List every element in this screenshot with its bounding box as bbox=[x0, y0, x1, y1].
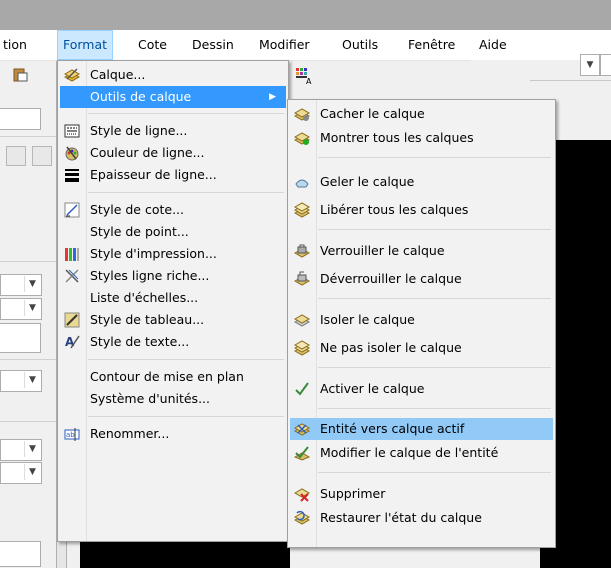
delete-layer-icon bbox=[293, 486, 311, 502]
line-color-icon bbox=[64, 145, 80, 161]
textstyle-icon: A bbox=[64, 334, 80, 350]
title-bar bbox=[0, 0, 611, 30]
left-field[interactable] bbox=[0, 108, 41, 130]
layers-icon bbox=[63, 67, 81, 83]
thaw-layers-icon bbox=[293, 202, 311, 218]
checkmark-icon bbox=[294, 381, 310, 397]
tool-button[interactable] bbox=[32, 146, 52, 166]
format-item-couleur-de-ligne[interactable]: Couleur de ligne... bbox=[60, 142, 286, 164]
format-item-systeme-unites[interactable]: Système d'unités... bbox=[60, 388, 286, 410]
restore-layer-icon bbox=[293, 510, 311, 526]
left-combo-3[interactable]: ▼ bbox=[0, 370, 42, 392]
unlock-layer-icon bbox=[293, 271, 311, 287]
menu-insertion[interactable]: tion bbox=[0, 30, 32, 60]
dimstyle-icon bbox=[64, 202, 80, 218]
layer-item-ne-pas-isoler[interactable]: Ne pas isoler le calque bbox=[290, 337, 553, 359]
show-layers-icon bbox=[293, 130, 311, 146]
mlinestyle-icon bbox=[64, 268, 80, 284]
paste-icon[interactable] bbox=[12, 66, 28, 82]
lineweight-icon bbox=[64, 167, 80, 183]
layer-item-restaurer-etat[interactable]: Restaurer l'état du calque bbox=[290, 507, 553, 529]
hide-layer-icon bbox=[293, 106, 311, 122]
svg-text:ab: ab bbox=[66, 431, 75, 439]
linetype-icon bbox=[64, 123, 80, 139]
right-combo[interactable]: ▼ bbox=[580, 54, 600, 76]
format-item-outils-de-calque[interactable]: Outils de calque ▶ bbox=[60, 86, 286, 108]
format-item-renommer[interactable]: ab Renommer... bbox=[60, 423, 286, 445]
layer-item-cacher[interactable]: Cacher le calque bbox=[290, 103, 553, 125]
format-menu: Calque... Outils de calque ▶ Style de li… bbox=[57, 60, 289, 542]
format-item-style-de-tableau[interactable]: Style de tableau... bbox=[60, 309, 286, 331]
layer-item-entite-vers-calque-actif[interactable]: Entité vers calque actif bbox=[290, 418, 553, 440]
menu-fenetre[interactable]: Fenêtre bbox=[403, 30, 460, 60]
layer-item-verrouiller[interactable]: Verrouiller le calque bbox=[290, 240, 553, 262]
layer-item-modifier-calque-entite[interactable]: Modifier le calque de l'entité bbox=[290, 442, 553, 464]
left-combo-5[interactable]: ▼ bbox=[0, 462, 42, 484]
format-item-contour-mise-en-plan[interactable]: Contour de mise en plan bbox=[60, 366, 286, 388]
menu-bar: tion Format Cote Dessin Modifier Outils … bbox=[0, 30, 611, 61]
unisolate-layer-icon bbox=[293, 340, 311, 356]
format-item-calque[interactable]: Calque... bbox=[60, 64, 286, 86]
select-tool-button[interactable] bbox=[6, 146, 26, 166]
menu-aide[interactable]: Aide bbox=[474, 30, 512, 60]
svg-text:A: A bbox=[65, 335, 75, 349]
layer-item-montrer-tous[interactable]: Montrer tous les calques bbox=[290, 127, 553, 149]
format-item-style-de-point[interactable]: Style de point... bbox=[60, 221, 286, 243]
entity-to-layer-icon bbox=[293, 421, 311, 437]
left-combo-4[interactable]: ▼ bbox=[0, 439, 42, 461]
change-entity-layer-icon bbox=[293, 445, 311, 461]
format-item-style-de-ligne[interactable]: Style de ligne... bbox=[60, 120, 286, 142]
format-item-epaisseur-de-ligne[interactable]: Epaisseur de ligne... bbox=[60, 164, 286, 186]
left-tool-panel: ▼ ▼ ▼ ▼ ▼ bbox=[0, 61, 56, 568]
layer-item-liberer-tous[interactable]: Libérer tous les calques bbox=[290, 199, 553, 221]
lock-layer-icon bbox=[293, 243, 311, 259]
layer-item-deverrouiller[interactable]: Déverrouiller le calque bbox=[290, 268, 553, 290]
left-field-2[interactable] bbox=[0, 323, 41, 353]
svg-text:A: A bbox=[306, 77, 312, 85]
format-item-style-impression[interactable]: Style d'impression... bbox=[60, 243, 286, 265]
menu-cote[interactable]: Cote bbox=[133, 30, 172, 60]
layer-item-geler[interactable]: Geler le calque bbox=[290, 171, 553, 193]
tablestyle-icon bbox=[64, 312, 80, 328]
format-item-styles-ligne-riche[interactable]: Styles ligne riche... bbox=[60, 265, 286, 287]
freeze-layer-icon bbox=[294, 174, 310, 190]
isolate-layer-icon bbox=[293, 312, 311, 328]
menu-modifier[interactable]: Modifier bbox=[254, 30, 315, 60]
layer-tools-submenu: Cacher le calque Montrer tous les calque… bbox=[287, 99, 556, 548]
left-field-3[interactable] bbox=[0, 541, 41, 567]
layer-toolbar-icon[interactable]: A bbox=[295, 67, 313, 86]
plotstyle-icon bbox=[64, 246, 80, 262]
format-item-style-de-texte[interactable]: A Style de texte... bbox=[60, 331, 286, 353]
menu-outils[interactable]: Outils bbox=[337, 30, 383, 60]
layer-item-supprimer[interactable]: Supprimer bbox=[290, 483, 553, 505]
format-item-liste-echelles[interactable]: Liste d'échelles... bbox=[60, 287, 286, 309]
rename-icon: ab bbox=[64, 426, 80, 442]
left-combo-1[interactable]: ▼ bbox=[0, 274, 42, 296]
format-item-style-de-cote[interactable]: Style de cote... bbox=[60, 199, 286, 221]
menu-dessin[interactable]: Dessin bbox=[187, 30, 239, 60]
left-combo-2[interactable]: ▼ bbox=[0, 298, 42, 320]
layer-item-activer[interactable]: Activer le calque bbox=[290, 378, 553, 400]
layer-item-isoler[interactable]: Isoler le calque bbox=[290, 309, 553, 331]
submenu-arrow-icon: ▶ bbox=[269, 92, 276, 102]
menu-format[interactable]: Format bbox=[57, 30, 114, 60]
